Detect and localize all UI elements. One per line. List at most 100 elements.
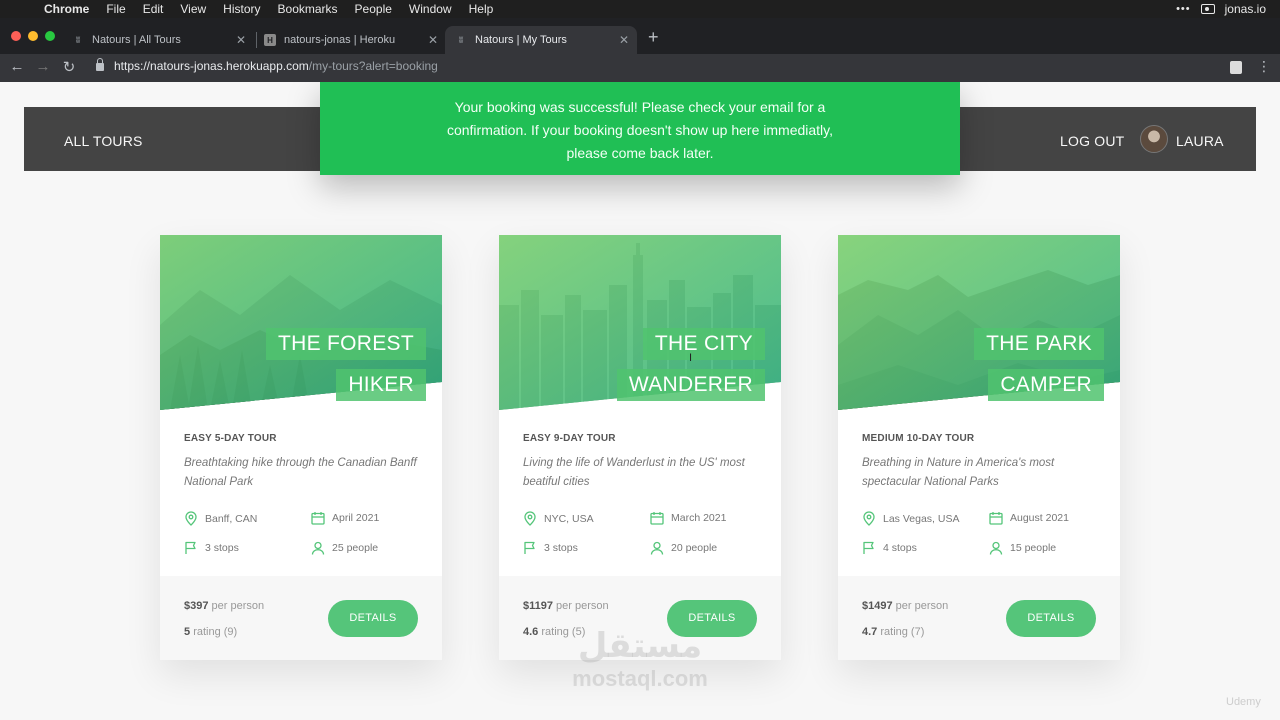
flag-icon [863,541,874,554]
tour-card-park-camper: THE PARK CAMPER MEDIUM 10-DAY TOUR Breat… [838,235,1120,660]
lock-icon[interactable] [96,58,104,71]
stops-text: 3 stops [544,542,578,554]
back-arrow-icon[interactable]: ← [8,58,26,75]
price-value: $397 [184,600,209,612]
tour-location: NYC, USA [523,511,594,526]
tour-rating: 5 rating (9) [184,626,237,638]
tour-price: $397 per person [184,600,264,612]
location-text: Banff, CAN [205,512,258,525]
details-button[interactable]: DETAILS [1006,600,1096,637]
tab-all-tours[interactable]: ʬ Natours | All Tours ✕ [62,26,254,54]
menu-app-name[interactable]: Chrome [44,2,89,16]
user-icon [311,541,325,555]
watermark-arabic: مستقل [577,627,703,665]
close-tab-icon[interactable]: ✕ [236,33,246,47]
menu-help[interactable]: Help [469,2,494,16]
more-icon[interactable]: ••• [1176,3,1191,15]
natours-icon: ʬ [75,35,81,45]
tour-people: 25 people [311,541,378,555]
menu-people[interactable]: People [355,2,392,16]
price-suffix: per person [556,600,609,612]
rating-count: rating (9) [193,626,238,638]
close-window-button[interactable] [11,31,21,41]
card-footer: $1497 per person 4.7 rating (7) DETAILS [838,576,1120,660]
tour-date: March 2021 [650,511,726,525]
close-tab-icon[interactable]: ✕ [619,33,629,47]
date-text: April 2021 [332,512,380,524]
menu-file[interactable]: File [106,2,125,16]
tab-title: Natours | My Tours [475,34,567,46]
details-button[interactable]: DETAILS [328,600,418,637]
chrome-menu-icon[interactable]: ⋮ [1257,58,1271,75]
date-text: August 2021 [1010,512,1069,524]
menu-bookmarks[interactable]: Bookmarks [278,2,338,16]
tour-rating: 4.7 rating (7) [862,626,924,638]
calendar-icon [650,512,664,525]
tour-title-line-2: HIKER [336,369,426,401]
stops-text: 3 stops [205,542,239,554]
people-text: 25 people [332,542,379,554]
map-pin-icon [185,511,197,526]
rating-value: 5 [184,626,191,638]
booking-success-alert: Your booking was successful! Please chec… [320,82,960,175]
user-name-link[interactable]: LAURA [1176,133,1224,149]
tab-my-tours[interactable]: ʬ Natours | My Tours ✕ [445,26,637,54]
tour-subheading: EASY 5-DAY TOUR [184,433,277,444]
browser-tab-strip: ʬ Natours | All Tours ✕ H natours-jonas … [0,18,1280,54]
tour-stops: 4 stops [862,541,917,555]
menu-edit[interactable]: Edit [143,2,164,16]
all-tours-link[interactable]: ALL TOURS [64,133,143,149]
reload-icon[interactable]: ↻ [60,58,78,76]
tour-people: 15 people [989,541,1056,555]
heroku-icon: H [264,34,276,46]
menu-view[interactable]: View [180,2,206,16]
logout-link[interactable]: LOG OUT [1060,133,1124,149]
page-content: ALL TOURS LOG OUT LAURA Your booking was… [0,82,1280,720]
tour-location: Banff, CAN [184,511,257,526]
address-bar[interactable]: https://natours-jonas.herokuapp.com/my-t… [114,59,438,73]
forward-arrow-icon[interactable]: → [34,58,52,75]
minimize-window-button[interactable] [28,31,38,41]
zoom-window-button[interactable] [45,31,55,41]
new-tab-icon[interactable]: + [648,27,659,48]
tour-price: $1197 per person [523,600,609,612]
tour-title-line-1: THE PARK [974,328,1104,360]
rating-count: rating (7) [880,626,925,638]
menu-history[interactable]: History [223,2,260,16]
screen-record-icon[interactable] [1200,4,1215,14]
price-suffix: per person [211,600,265,612]
price-value: $1197 [523,600,553,612]
price-value: $1497 [862,600,893,612]
tour-location: Las Vegas, USA [862,511,959,526]
tour-summary: Breathtaking hike through the Canadian B… [184,457,417,488]
macos-menu-bar: Chrome File Edit View History Bookmarks … [0,0,1280,18]
rating-value: 4.6 [523,626,539,638]
tour-title-line-2: WANDERER [616,369,765,401]
menu-window[interactable]: Window [409,2,452,16]
tour-date: August 2021 [989,511,1069,525]
tour-title-line-1: THE FOREST [265,328,426,360]
user-icon [650,541,664,555]
text-cursor-icon: I [689,352,693,364]
tour-card-forest-hiker: THE FOREST HIKER EASY 5-DAY TOUR Breatht… [160,235,442,660]
mostaql-watermark: مستقل mostaql.com [560,626,720,692]
menubar-user[interactable]: jonas.io [1225,2,1266,16]
map-pin-icon [524,511,536,526]
tour-title-line-2: CAMPER [988,369,1104,401]
price-suffix: per person [895,600,949,612]
tour-title-line-1: THE CITY [642,328,765,360]
tour-date: April 2021 [311,511,379,525]
user-icon [989,541,1003,555]
calendar-icon [311,512,325,525]
tour-subheading: MEDIUM 10-DAY TOUR [862,433,975,444]
tour-summary: Living the life of Wanderlust in the US'… [523,457,745,488]
date-text: March 2021 [671,512,727,524]
rating-value: 4.7 [862,626,878,638]
alert-line-3: please come back later. [566,145,714,161]
tab-heroku[interactable]: H natours-jonas | Heroku ✕ [254,26,446,54]
extension-icon[interactable] [1230,61,1242,74]
udemy-watermark: Udemy [1226,696,1261,708]
stops-text: 4 stops [883,542,917,554]
close-tab-icon[interactable]: ✕ [428,33,438,47]
user-avatar[interactable] [1140,125,1168,153]
